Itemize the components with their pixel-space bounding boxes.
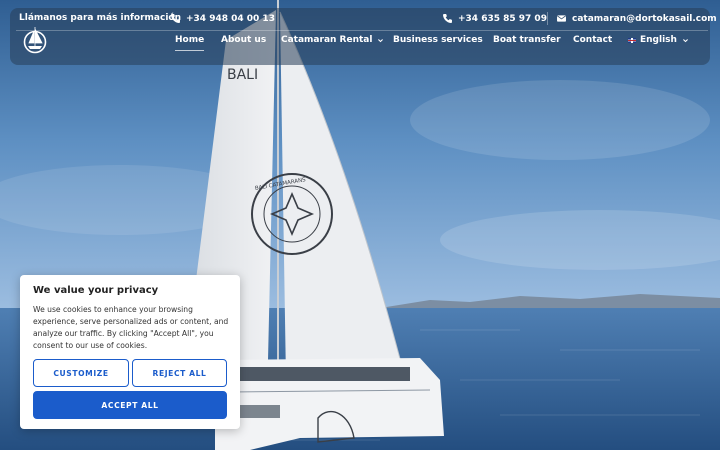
secondary-phone-link[interactable]: +34 635 85 97 09 [442, 13, 547, 24]
nav-item-about-us[interactable]: About us [221, 35, 266, 45]
nav-item-label: Business services [393, 35, 483, 45]
sail-text: BALI [227, 67, 258, 83]
primary-phone-link[interactable]: +34 948 04 00 13 [170, 13, 275, 24]
nav-item-label: Catamaran Rental [281, 35, 373, 45]
nav-item-business-services[interactable]: Business services [393, 35, 483, 45]
secondary-phone-text: +34 635 85 97 09 [458, 13, 547, 24]
main-navigation: Home About us Catamaran Rental Business … [0, 33, 720, 55]
uk-flag-icon [628, 37, 636, 43]
accept-all-button[interactable]: ACCEPT ALL [33, 391, 227, 419]
nav-item-label: About us [221, 35, 267, 45]
chevron-down-icon [682, 38, 688, 42]
nav-item-boat-transfer[interactable]: Boat transfer [493, 35, 561, 45]
top-contact-bar: Llámanos para más información +34 948 04… [10, 8, 717, 30]
nav-item-contact[interactable]: Contact [573, 35, 612, 45]
email-link[interactable]: catamaran@dortokasail.com [556, 13, 717, 24]
cookie-consent-dialog: We value your privacy We use cookies to … [20, 275, 240, 429]
email-text: catamaran@dortokasail.com [572, 13, 717, 24]
header-divider [16, 30, 708, 31]
customize-button[interactable]: CUSTOMIZE [33, 359, 129, 387]
info-label: Llámanos para más información [19, 13, 182, 23]
chevron-down-icon [378, 38, 384, 42]
primary-phone-text: +34 948 04 00 13 [186, 13, 275, 24]
phone-icon [170, 13, 181, 24]
language-selector[interactable]: English [628, 35, 689, 45]
cookie-title: We value your privacy [33, 285, 159, 296]
contact-divider [547, 12, 548, 25]
nav-item-label: Boat transfer [493, 35, 561, 45]
reject-all-button[interactable]: REJECT ALL [132, 359, 227, 387]
phone-icon [442, 13, 453, 24]
nav-item-label: Contact [573, 35, 613, 45]
nav-item-label: Home [175, 35, 205, 45]
nav-item-catamaran-rental[interactable]: Catamaran Rental [281, 35, 384, 45]
language-label: English [640, 35, 677, 45]
nav-item-home[interactable]: Home [175, 35, 205, 51]
cookie-description: We use cookies to enhance your browsing … [33, 305, 229, 350]
envelope-icon [556, 13, 567, 24]
